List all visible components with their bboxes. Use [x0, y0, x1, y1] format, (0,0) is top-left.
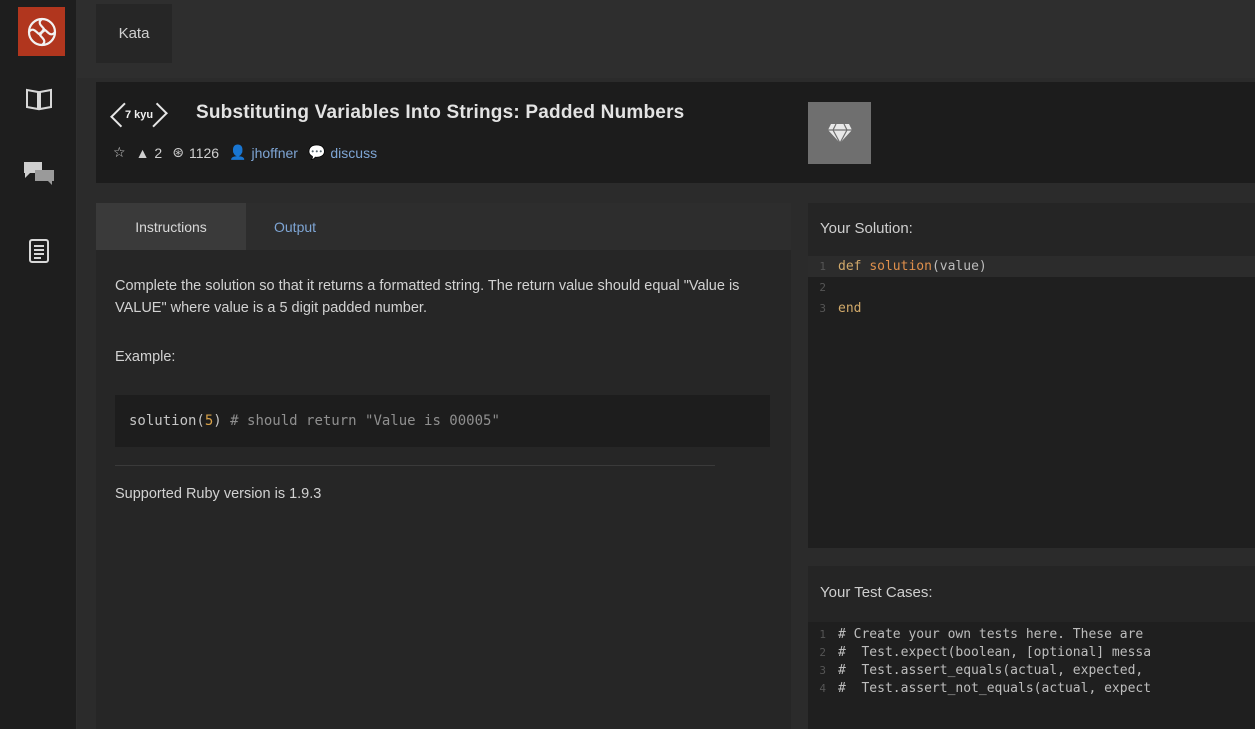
instructions-panel: Instructions Output Complete the solutio…	[96, 203, 791, 729]
discuss-link[interactable]: 💬 discuss	[308, 144, 377, 161]
votes-count: 2	[154, 144, 163, 161]
example-label: Example:	[115, 349, 176, 365]
tab-kata[interactable]: Kata	[96, 4, 172, 63]
divider	[115, 465, 715, 466]
crosshair-icon: ⊛	[172, 144, 184, 160]
instructions-description: Complete the solution so that it returns…	[115, 278, 740, 316]
test-cases-editor[interactable]: 1 # Create your own tests here. These are…	[808, 622, 1255, 729]
ruby-gem-icon	[827, 123, 852, 144]
editor-line: 2 # Test.expect(boolean, [optional] messa	[819, 644, 1152, 660]
kata-header: 7 kyu Substituting Variables Into String…	[96, 82, 1255, 183]
test-cases-title: Your Test Cases:	[820, 584, 933, 601]
example-code: solution(5) # should return "Value is 00…	[115, 395, 770, 447]
kata-meta: ☆ ▲ 2 ⊛ 1126 👤 jhoffner 💬 discuss	[113, 144, 377, 161]
book-icon[interactable]	[17, 79, 61, 119]
editor-line: 2	[819, 281, 826, 294]
rank-badge: 7 kyu	[113, 102, 165, 128]
editor-line: 1 # Create your own tests here. These are	[819, 626, 1144, 642]
comments-icon: 💬	[307, 144, 326, 160]
panel-tabs: Instructions Output	[96, 203, 791, 250]
completed-count: 1126	[188, 144, 220, 161]
author-name: jhoffner	[251, 144, 298, 161]
user-icon: 👤	[229, 144, 247, 160]
votes[interactable]: ▲ 2	[136, 145, 163, 161]
document-list-icon[interactable]	[17, 231, 61, 271]
left-rail	[0, 0, 77, 729]
editor-line: 3 # Test.assert_equals(actual, expected,	[819, 662, 1144, 678]
completed: ⊛ 1126	[172, 144, 219, 161]
editor-line: 4 # Test.assert_not_equals(actual, expect	[819, 680, 1152, 696]
solution-title: Your Solution:	[820, 220, 913, 237]
solution-panel: Your Solution: 1 def solution (value) 2 3e…	[808, 203, 1255, 548]
kata-title: Substituting Variables Into Strings: Pad…	[196, 102, 685, 123]
tab-instructions[interactable]: Instructions	[96, 203, 246, 250]
ruby-version-note: Supported Ruby version is 1.9.3	[115, 486, 322, 502]
favorite-star-icon[interactable]: ☆	[113, 144, 126, 161]
editor-line: 1 def solution (value)	[808, 256, 1255, 277]
editor-line: 3 end	[819, 301, 862, 316]
tab-output[interactable]: Output	[274, 203, 316, 250]
code-comment: # should return "Value is 00005"	[221, 413, 500, 429]
test-cases-panel: Your Test Cases: 1 # Create your own test…	[808, 566, 1255, 729]
code-number: 5	[204, 413, 214, 429]
code-close: )	[213, 413, 222, 429]
author-link[interactable]: 👤 jhoffner	[229, 144, 298, 161]
chevron-up-icon: ▲	[135, 144, 150, 161]
codewars-logo-icon[interactable]	[18, 7, 65, 56]
discuss-label: discuss	[330, 144, 378, 161]
language-ruby-button[interactable]	[808, 102, 871, 164]
chat-bubbles-icon[interactable]	[17, 153, 61, 193]
top-strip	[77, 0, 1255, 78]
solution-editor[interactable]: 1 def solution (value) 2 3 end	[808, 256, 1255, 548]
code-fn: solution(	[129, 413, 205, 429]
